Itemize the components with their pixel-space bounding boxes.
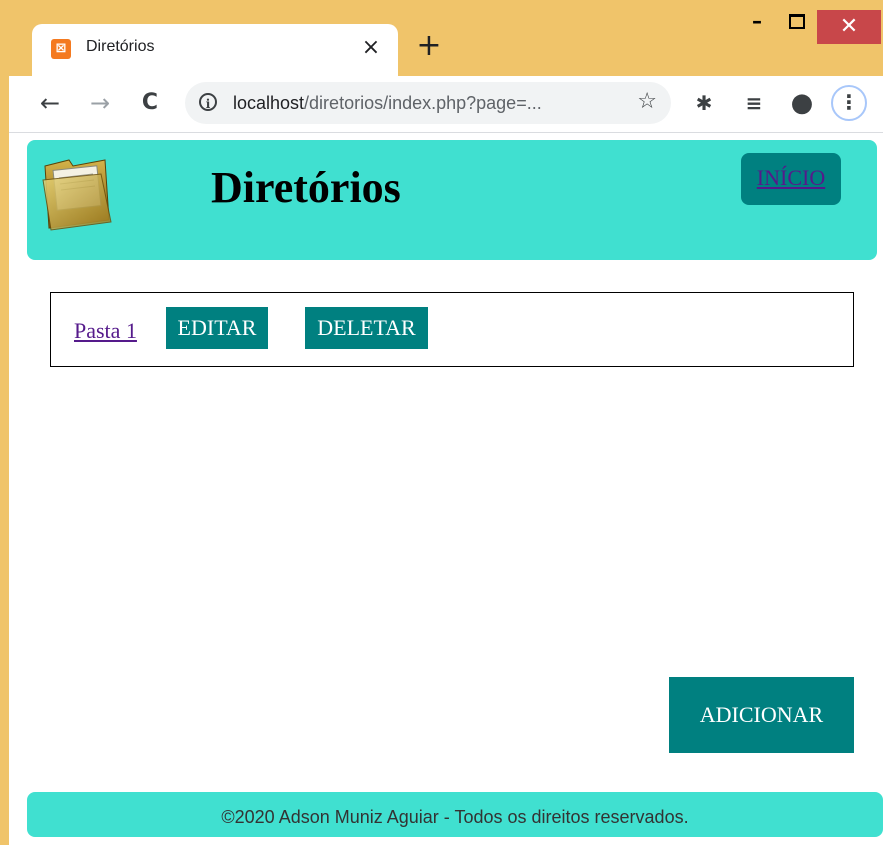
page-title: Diretórios bbox=[211, 163, 401, 212]
tab-close-button[interactable]: × bbox=[358, 35, 384, 61]
url-path: /diretorios/index.php?page=... bbox=[304, 93, 542, 113]
folder-icon bbox=[42, 159, 112, 231]
folder-list: Pasta 1 EDITAR DELETAR bbox=[50, 292, 854, 367]
back-button[interactable]: ← bbox=[33, 86, 67, 120]
maximize-button[interactable] bbox=[776, 4, 814, 38]
tab-title: Diretórios bbox=[86, 38, 155, 55]
folder-link[interactable]: Pasta 1 bbox=[74, 318, 137, 344]
browser-window: ⊠ Diretórios × + – ✕ ← → C i localhost/d… bbox=[0, 0, 883, 845]
add-button[interactable]: ADICIONAR bbox=[669, 677, 854, 753]
reload-button[interactable]: C bbox=[133, 86, 167, 120]
playlist-icon[interactable]: ≡ bbox=[739, 88, 769, 118]
home-link[interactable]: INÍCIO bbox=[757, 165, 825, 190]
window-close-button[interactable]: ✕ bbox=[817, 10, 881, 44]
browser-tab[interactable]: ⊠ Diretórios × bbox=[32, 24, 398, 76]
minimize-button[interactable]: – bbox=[738, 4, 776, 38]
home-button[interactable]: INÍCIO bbox=[741, 153, 841, 205]
kebab-menu-icon[interactable]: ⋮ bbox=[831, 85, 867, 121]
delete-button[interactable]: DELETAR bbox=[305, 307, 428, 349]
forward-button[interactable]: → bbox=[83, 86, 117, 120]
browser-toolbar: ← → C i localhost/diretorios/index.php?p… bbox=[9, 76, 883, 133]
info-icon[interactable]: i bbox=[199, 93, 217, 111]
new-tab-button[interactable]: + bbox=[414, 31, 444, 61]
star-icon[interactable]: ☆ bbox=[637, 89, 657, 114]
page-footer: ©2020 Adson Muniz Aguiar - Todos os dire… bbox=[27, 792, 883, 837]
edit-button[interactable]: EDITAR bbox=[166, 307, 268, 349]
window-frame-edge bbox=[0, 0, 9, 845]
account-icon[interactable]: ● bbox=[787, 88, 817, 118]
xampp-icon: ⊠ bbox=[51, 39, 71, 59]
page-viewport: Diretórios INÍCIO Pasta 1 EDITAR DELETAR… bbox=[9, 133, 883, 845]
page-header: Diretórios INÍCIO bbox=[27, 140, 877, 260]
address-bar[interactable]: i localhost/diretorios/index.php?page=..… bbox=[185, 82, 671, 124]
url-text[interactable]: localhost/diretorios/index.php?page=... bbox=[233, 93, 542, 114]
puzzle-icon[interactable]: ✱ bbox=[689, 88, 719, 118]
url-host: localhost bbox=[233, 93, 305, 113]
